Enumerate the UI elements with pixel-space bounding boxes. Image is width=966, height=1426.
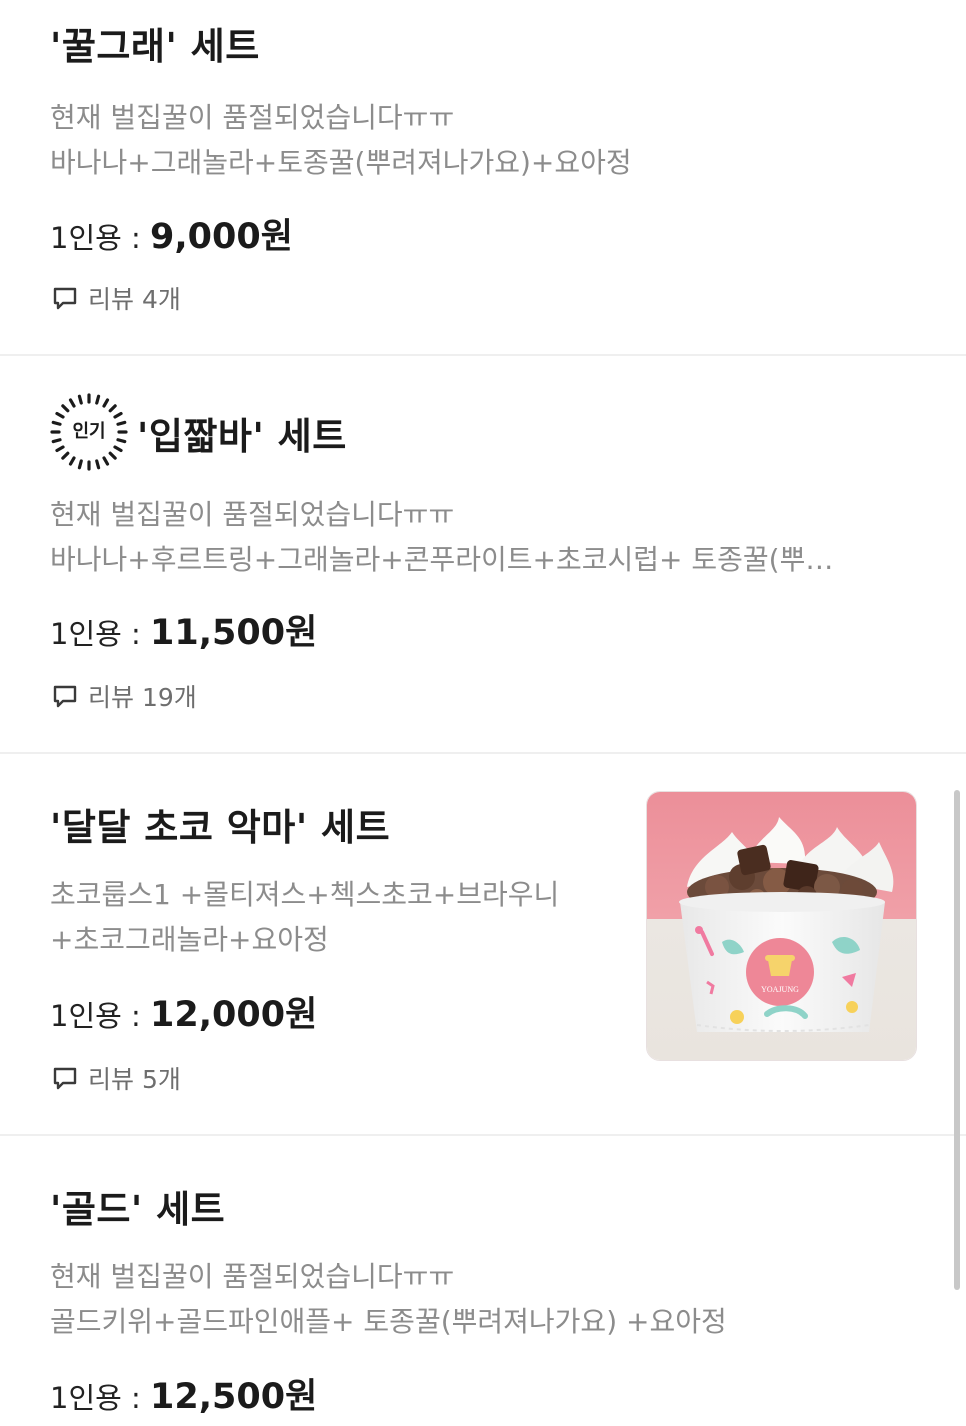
yogurt-cup-image: YOAJUNG [647,792,916,1060]
description-line: 현재 벌집꿀이 품절되었습니다ㅠㅠ [50,101,455,134]
review-count: 리뷰 19개 [88,683,197,712]
description-line: +초코그래놀라+요아정 [50,923,329,956]
menu-item-gold-set[interactable]: '골드' 세트 현재 벌집꿀이 품절되었습니다ㅠㅠ 골드키위+골드파인애플+ 토… [0,1136,966,1426]
description-line: 바나나+후르트링+그래놀라+콘푸라이트+초코시럽+ 토종꿀(뿌… [50,543,834,576]
description-line: 초코룹스1 +몰티져스+첵스초코+브라우니 [50,878,560,911]
price-row: 1인용 : 11,500원 [50,604,317,655]
popular-badge: 인기 [50,393,128,471]
menu-item-kkulgrae-set[interactable]: '꿀그래' 세트 현재 벌집꿀이 품절되었습니다ㅠㅠ 바나나+그래놀라+토종꿀(… [0,0,966,356]
price-label: 1인용 : [50,999,151,1033]
popular-badge-label: 인기 [72,421,106,442]
menu-item-title: '꿀그래' 세트 [50,25,260,68]
description-line: 현재 벌집꿀이 품절되었습니다ㅠㅠ [50,1260,455,1293]
price-value: 12,500원 [150,1377,318,1417]
price-label: 1인용 : [50,617,151,651]
scrollbar[interactable] [954,790,960,1290]
speech-bubble-icon [53,685,77,708]
menu-item-description: 초코룹스1 +몰티져스+첵스초코+브라우니 +초코그래놀라+요아정 [50,872,620,962]
price-row: 1인용 : 9,000원 [50,208,293,259]
menu-item-title: '골드' 세트 [50,1188,226,1231]
description-line: 골드키위+골드파인애플+ 토종꿀(뿌려져나가요) +요아정 [50,1305,727,1338]
price-label: 1인용 : [50,221,151,255]
menu-list: '꿀그래' 세트 현재 벌집꿀이 품절되었습니다ㅠㅠ 바나나+그래놀라+토종꿀(… [0,0,966,1426]
speech-bubble-icon [53,287,77,310]
menu-item-description: 현재 벌집꿀이 품절되었습니다ㅠㅠ 바나나+그래놀라+토종꿀(뿌려져나가요)+요… [50,95,890,185]
price-value: 11,500원 [150,613,318,653]
menu-item-ipjjalba-set[interactable]: '입짧바' 세트 현재 벌집꿀이 품절되었습니다ㅠㅠ 바나나+후르트링+그래놀라… [0,356,966,754]
price-row: 1인용 : 12,000원 [50,986,317,1037]
menu-item-description: 현재 벌집꿀이 품절되었습니다ㅠㅠ 골드키위+골드파인애플+ 토종꿀(뿌려져나가… [50,1254,900,1344]
menu-item-title: '입짧바' 세트 [137,415,347,458]
price-label: 1인용 : [50,1381,151,1415]
speech-bubble-icon [53,1067,77,1090]
review-link[interactable]: 리뷰 5개 [52,1060,181,1096]
review-count: 리뷰 4개 [88,285,181,314]
price-value: 12,000원 [150,995,318,1035]
menu-item-description: 현재 벌집꿀이 품절되었습니다ㅠㅠ 바나나+후르트링+그래놀라+콘푸라이트+초코… [50,492,900,582]
menu-item-title: '달달 초코 악마' 세트 [50,806,391,849]
review-link[interactable]: 리뷰 19개 [52,678,197,714]
menu-item-image[interactable]: YOAJUNG [646,791,917,1061]
price-value: 9,000원 [150,217,293,257]
description-line: 현재 벌집꿀이 품절되었습니다ㅠㅠ [50,498,455,531]
description-line: 바나나+그래놀라+토종꿀(뿌려져나가요)+요아정 [50,146,632,179]
price-row: 1인용 : 12,500원 [50,1368,317,1419]
review-count: 리뷰 5개 [88,1065,181,1094]
review-link[interactable]: 리뷰 4개 [52,280,181,316]
cup-brand-text: YOAJUNG [761,985,799,994]
